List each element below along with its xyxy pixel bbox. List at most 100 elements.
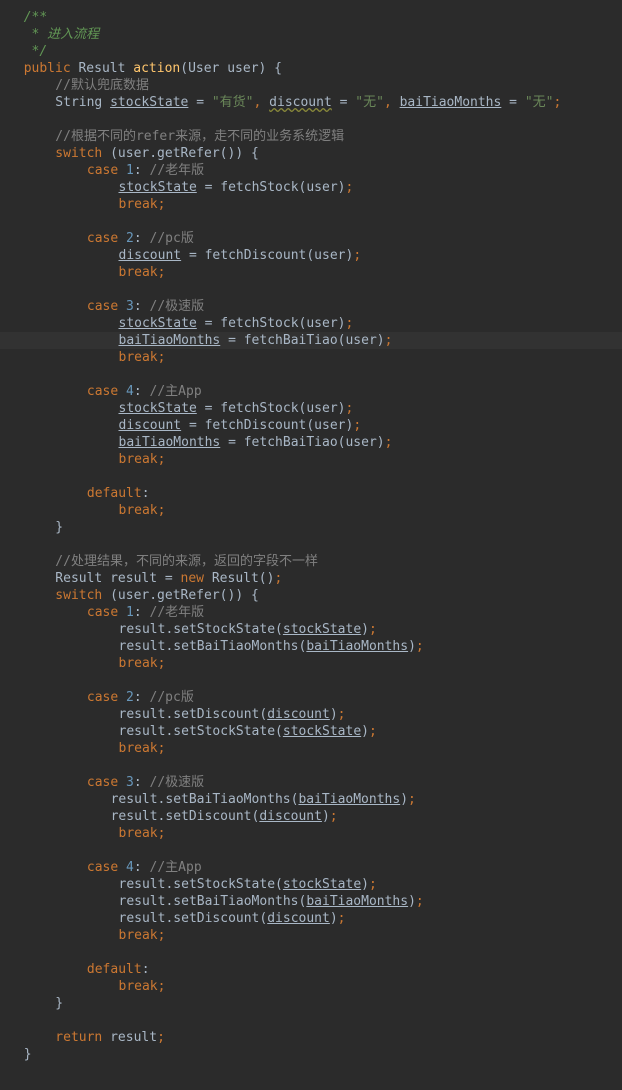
- code-line[interactable]: //默认兜底数据: [0, 77, 622, 94]
- code-line[interactable]: result.setStockState(stockState);: [0, 621, 622, 638]
- code-token: ;: [368, 877, 377, 892]
- code-line[interactable]: result.setDiscount(discount);: [0, 808, 622, 825]
- code-line[interactable]: [0, 944, 622, 961]
- code-line[interactable]: * 进入流程: [0, 26, 622, 43]
- code-line[interactable]: stockState = fetchStock(user);: [0, 179, 622, 196]
- code-token: 3: [126, 775, 134, 790]
- code-line[interactable]: result.setBaiTiaoMonths(baiTiaoMonths);: [0, 638, 622, 655]
- code-token: switch: [55, 146, 111, 161]
- code-line[interactable]: stockState = fetchStock(user);: [0, 315, 622, 332]
- code-line[interactable]: switch (user.getRefer()) {: [0, 145, 622, 162]
- code-token: ;: [553, 95, 562, 110]
- code-line[interactable]: result.setDiscount(discount);: [0, 910, 622, 927]
- code-line[interactable]: case 1: //老年版: [0, 162, 622, 179]
- code-token: = fetchStock(user): [196, 316, 346, 331]
- code-token: ;: [329, 809, 338, 824]
- code-token: 1: [126, 605, 134, 620]
- code-token: break;: [118, 656, 166, 671]
- code-line[interactable]: default:: [0, 961, 622, 978]
- code-line[interactable]: default:: [0, 485, 622, 502]
- code-token: baiTiaoMonths: [118, 435, 221, 450]
- code-text: public Result action(User user) {: [24, 60, 282, 77]
- code-token: ): [400, 792, 409, 807]
- code-line[interactable]: baiTiaoMonths = fetchBaiTiao(user);: [0, 434, 622, 451]
- code-token: case: [86, 775, 127, 790]
- code-line[interactable]: break;: [0, 740, 622, 757]
- code-line[interactable]: [0, 281, 622, 298]
- code-line[interactable]: case 4: //主App: [0, 859, 622, 876]
- code-line[interactable]: break;: [0, 978, 622, 995]
- code-line[interactable]: break;: [0, 927, 622, 944]
- code-line[interactable]: public Result action(User user) {: [0, 60, 622, 77]
- code-line[interactable]: */: [0, 43, 622, 60]
- code-line[interactable]: case 3: //极速版: [0, 298, 622, 315]
- code-line[interactable]: [0, 1012, 622, 1029]
- code-line[interactable]: case 2: //pc版: [0, 230, 622, 247]
- code-line[interactable]: break;: [0, 655, 622, 672]
- code-token: break;: [118, 452, 166, 467]
- code-token: baiTiaoMonths: [306, 894, 409, 909]
- code-token: 3: [126, 299, 134, 314]
- code-line[interactable]: switch (user.getRefer()) {: [0, 587, 622, 604]
- code-line[interactable]: case 4: //主App: [0, 383, 622, 400]
- code-line[interactable]: /**: [0, 9, 622, 26]
- code-token: //默认兜底数据: [55, 78, 149, 93]
- code-token: ;: [353, 418, 362, 433]
- code-line[interactable]: result.setDiscount(discount);: [0, 706, 622, 723]
- code-line[interactable]: [0, 757, 622, 774]
- code-line[interactable]: [0, 213, 622, 230]
- code-token: baiTiaoMonths: [118, 333, 221, 348]
- code-text: break;: [119, 825, 166, 842]
- code-token: = fetchBaiTiao(user): [220, 333, 385, 348]
- code-token: result.setDiscount(: [118, 707, 268, 722]
- code-token: }: [55, 520, 64, 535]
- code-text: }: [55, 519, 63, 536]
- code-line[interactable]: [0, 366, 622, 383]
- code-token: :: [141, 962, 150, 977]
- code-line[interactable]: stockState = fetchStock(user);: [0, 400, 622, 417]
- code-line[interactable]: result.setBaiTiaoMonths(baiTiaoMonths);: [0, 791, 622, 808]
- code-line[interactable]: }: [0, 519, 622, 536]
- code-token: baiTiaoMonths: [399, 95, 502, 110]
- code-token: //老年版: [149, 163, 205, 178]
- code-line[interactable]: result.setStockState(stockState);: [0, 876, 622, 893]
- code-line[interactable]: result.setBaiTiaoMonths(baiTiaoMonths);: [0, 893, 622, 910]
- code-token: }: [55, 996, 64, 1011]
- code-line[interactable]: result.setStockState(stockState);: [0, 723, 622, 740]
- code-line[interactable]: String stockState = "有货", discount = "无"…: [0, 94, 622, 111]
- code-line[interactable]: //处理结果，不同的来源，返回的字段不一样: [0, 553, 622, 570]
- code-token: :: [133, 775, 150, 790]
- code-line[interactable]: break;: [0, 825, 622, 842]
- code-line[interactable]: return result;: [0, 1029, 622, 1046]
- code-line[interactable]: [0, 111, 622, 128]
- code-token: stockState: [118, 316, 197, 331]
- code-line[interactable]: [0, 468, 622, 485]
- code-token: break;: [118, 503, 166, 518]
- code-line[interactable]: break;: [0, 502, 622, 519]
- code-line[interactable]: break;: [0, 196, 622, 213]
- code-line[interactable]: discount = fetchDiscount(user);: [0, 417, 622, 434]
- code-line[interactable]: //根据不同的refer来源，走不同的业务系统逻辑: [0, 128, 622, 145]
- code-line[interactable]: break;: [0, 349, 622, 366]
- code-line[interactable]: break;: [0, 451, 622, 468]
- code-line[interactable]: case 1: //老年版: [0, 604, 622, 621]
- code-text: */: [24, 43, 48, 60]
- code-token: default: [86, 486, 142, 501]
- code-line[interactable]: }: [0, 995, 622, 1012]
- code-line[interactable]: }: [0, 1046, 622, 1063]
- code-line[interactable]: break;: [0, 264, 622, 281]
- code-token: ;: [345, 401, 354, 416]
- code-token: ,: [253, 95, 270, 110]
- code-text: case 4: //主App: [87, 859, 202, 876]
- code-token: ;: [368, 724, 377, 739]
- code-line[interactable]: case 2: //pc版: [0, 689, 622, 706]
- code-line-current[interactable]: baiTiaoMonths = fetchBaiTiao(user);: [0, 332, 622, 349]
- code-line[interactable]: case 3: //极速版: [0, 774, 622, 791]
- code-line[interactable]: [0, 842, 622, 859]
- code-editor[interactable]: /** * 进入流程 */public Result action(User u…: [0, 0, 622, 1090]
- code-line[interactable]: Result result = new Result();: [0, 570, 622, 587]
- code-line[interactable]: discount = fetchDiscount(user);: [0, 247, 622, 264]
- code-line[interactable]: [0, 536, 622, 553]
- code-token: result.setBaiTiaoMonths(: [118, 894, 307, 909]
- code-line[interactable]: [0, 672, 622, 689]
